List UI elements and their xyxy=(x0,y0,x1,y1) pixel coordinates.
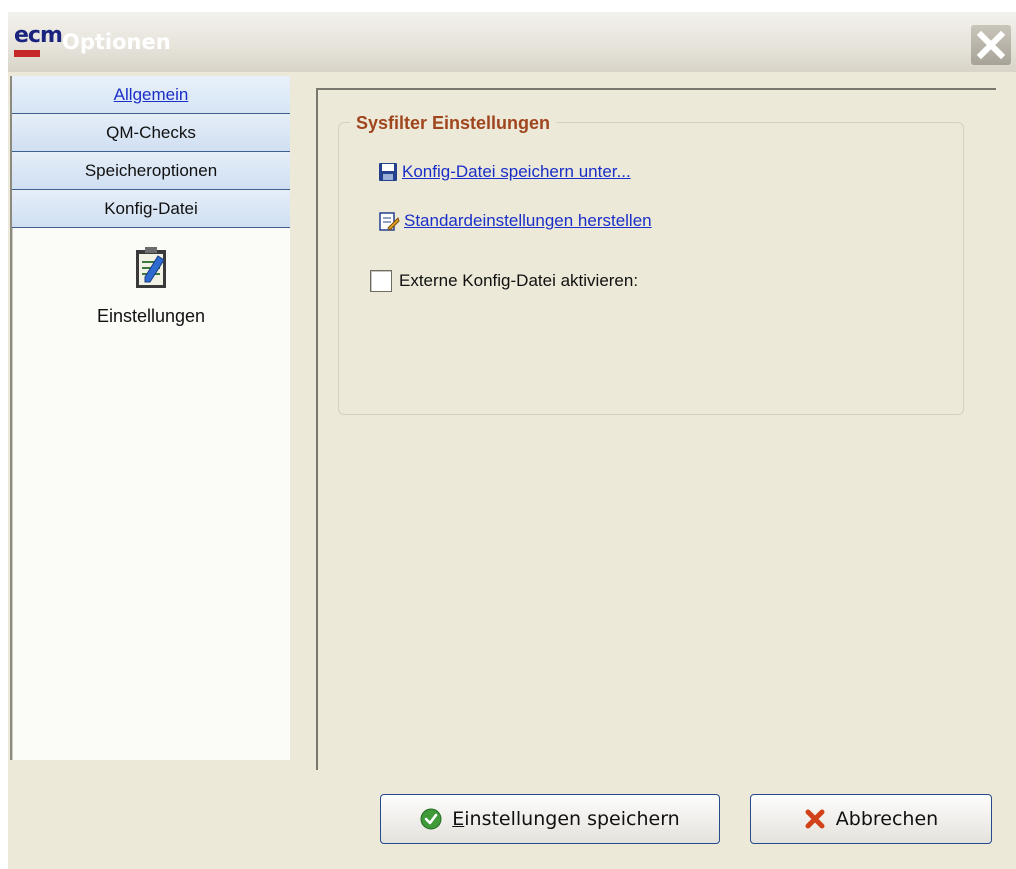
floppy-disk-icon xyxy=(379,163,397,181)
sidebar-item-qm-checks[interactable]: QM-Checks xyxy=(12,114,290,152)
cancel-x-icon xyxy=(805,809,825,829)
options-dialog: ecm Optionen Allgemein QM-Checks Speiche… xyxy=(8,12,1016,869)
groupbox-title: Sysfilter Einstellungen xyxy=(350,113,557,134)
external-config-label[interactable]: Externe Konfig-Datei aktivieren: xyxy=(399,271,638,291)
settings-tile[interactable]: Einstellungen xyxy=(12,246,290,327)
cancel-button[interactable]: Abbrechen xyxy=(750,794,992,844)
sidebar-item-speicheroptionen[interactable]: Speicheroptionen xyxy=(12,152,290,190)
restore-defaults-link[interactable]: Standardeinstellungen herstellen xyxy=(378,210,652,232)
restore-defaults-icon xyxy=(379,212,400,231)
sidebar-item-allgemein[interactable]: Allgemein xyxy=(12,76,290,114)
save-settings-button[interactable]: Einstellungen speichern xyxy=(380,794,720,844)
save-label-rest: instellungen speichern xyxy=(464,808,680,830)
close-button[interactable] xyxy=(971,25,1011,65)
sidebar-item-konfig-datei[interactable]: Konfig-Datei xyxy=(12,190,290,228)
restore-defaults-link-label: Standardeinstellungen herstellen xyxy=(404,211,652,230)
settings-tile-label: Einstellungen xyxy=(96,306,206,326)
logo-text: ecm xyxy=(14,23,63,48)
save-mnemonic: E xyxy=(452,808,465,830)
external-config-option: Externe Konfig-Datei aktivieren: xyxy=(370,270,638,292)
external-config-checkbox[interactable] xyxy=(370,270,392,292)
cancel-label: Abbrechen xyxy=(835,808,939,830)
save-config-link-label: Konfig-Datei speichern unter... xyxy=(402,162,631,181)
logo-accent xyxy=(14,50,40,57)
save-settings-label: Einstellungen speichern xyxy=(452,808,679,830)
close-icon xyxy=(977,31,1005,59)
window-title: Optionen xyxy=(62,30,171,54)
app-logo: ecm xyxy=(14,24,63,58)
title-bar[interactable]: ecm Optionen xyxy=(8,12,1016,72)
notepad-icon xyxy=(136,247,166,288)
checkmark-icon xyxy=(420,808,442,830)
save-config-link[interactable]: Konfig-Datei speichern unter... xyxy=(378,162,631,182)
sidebar: Allgemein QM-Checks Speicheroptionen Kon… xyxy=(10,76,290,760)
